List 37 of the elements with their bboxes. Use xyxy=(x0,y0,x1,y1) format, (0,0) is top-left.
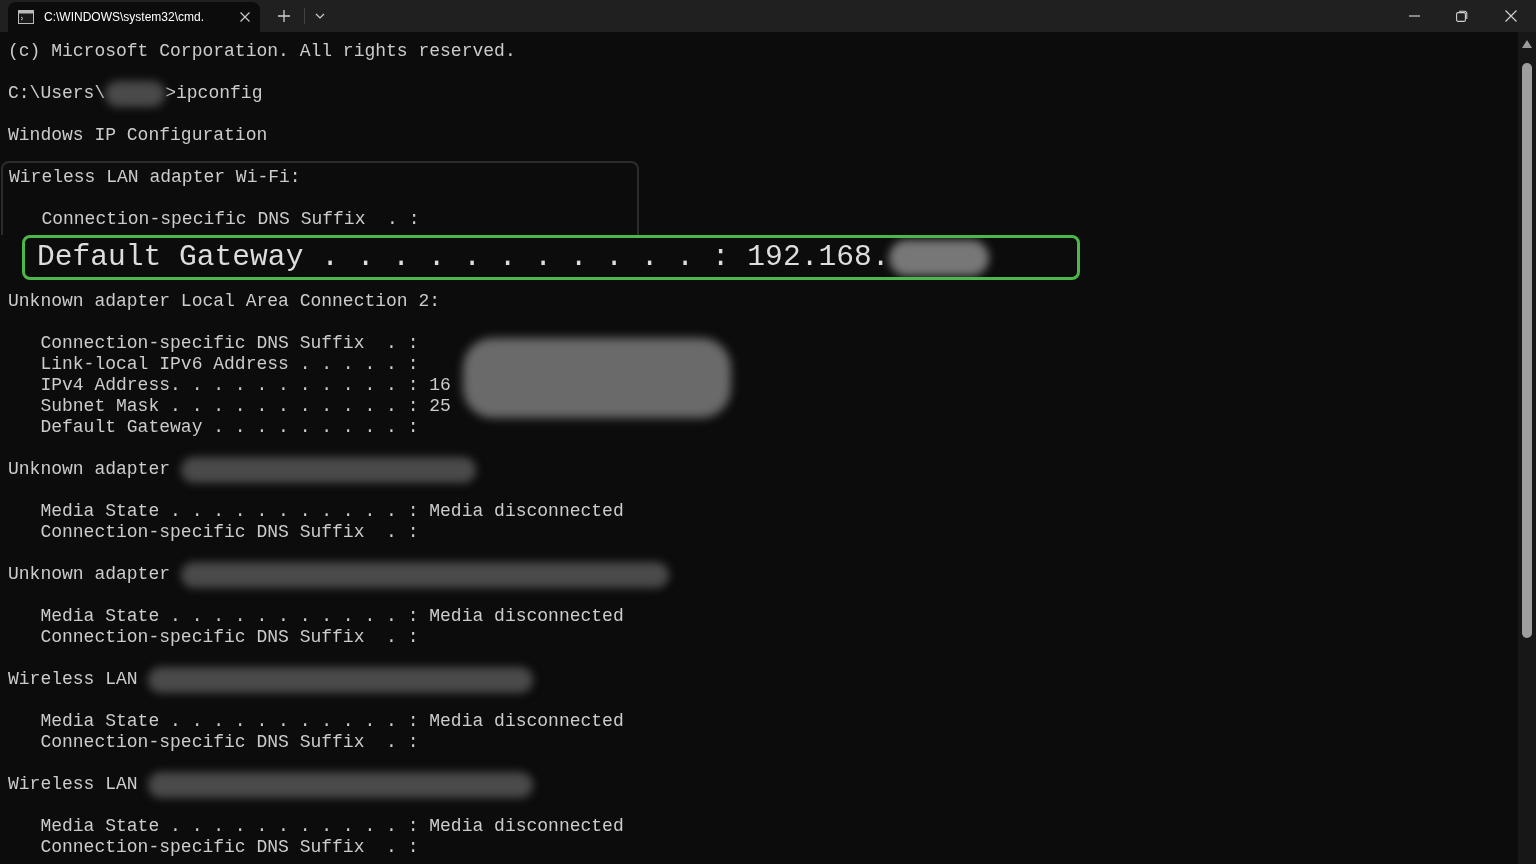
console-text: IPv4 Address. . . . . . . . . . . : 16 xyxy=(39,375,451,396)
console-text: Connection-specific DNS Suffix . : xyxy=(39,627,419,648)
console-text: Wireless LAN adapter Wi-Fi: xyxy=(9,167,301,188)
tab[interactable]: C:\WINDOWS\system32\cmd. xyxy=(8,2,260,32)
minimize-icon xyxy=(1408,15,1420,17)
console-text: Unknown adapter Local Area Connection 2: xyxy=(8,291,441,312)
console-text: Wireless LAN xyxy=(8,774,139,795)
close-icon xyxy=(1505,10,1517,22)
console-text: Connection-specific DNS Suffix . : xyxy=(39,333,420,354)
console-text: Unknown adapter xyxy=(8,459,172,480)
console-text: C:\Users\ xyxy=(8,83,106,104)
console-text: Media State . . . . . . . . . . . : Media disconnected xyxy=(39,606,624,627)
terminal-icon xyxy=(18,10,34,24)
console-text: >ipconfig xyxy=(165,83,263,104)
scrollbar-thumb[interactable] xyxy=(1522,63,1532,638)
scrollbar[interactable] xyxy=(1518,32,1536,864)
console-text: Subnet Mask . . . . . . . . . . . : 25 xyxy=(39,396,451,417)
plus-icon xyxy=(278,10,290,22)
console-text: Connection-specific DNS Suffix . : xyxy=(39,522,419,543)
console-text: Media State . . . . . . . . . . . : Media disconnected xyxy=(39,501,624,522)
scroll-up-icon xyxy=(1522,40,1532,48)
console-text: Connection-specific DNS Suffix . : xyxy=(40,209,420,230)
console-text: Connection-specific DNS Suffix . : xyxy=(39,732,419,753)
console-text: Media State . . . . . . . . . . . : Media disconnected xyxy=(39,816,624,837)
chevron-down-icon xyxy=(315,13,325,19)
console-text: Connection-specific DNS Suffix . : xyxy=(39,837,419,858)
console-text: Link-local IPv6 Address . . . . . : xyxy=(39,354,419,375)
console-text: Wireless LAN xyxy=(8,669,139,690)
console-text: Windows IP Configuration xyxy=(8,125,268,146)
restore-icon xyxy=(1456,10,1468,22)
console-text: Default Gateway . . . . . . . . . : xyxy=(39,417,419,438)
tab-title: C:\WINDOWS\system32\cmd. xyxy=(44,9,205,26)
console-text: (c) Microsoft Corporation. All rights reserved. xyxy=(8,41,516,62)
console-text: Unknown adapter xyxy=(8,564,172,585)
console-text: Media State . . . . . . . . . . . : Media disconnected xyxy=(39,711,624,732)
close-icon[interactable] xyxy=(240,12,250,22)
redaction-blur xyxy=(105,80,166,107)
